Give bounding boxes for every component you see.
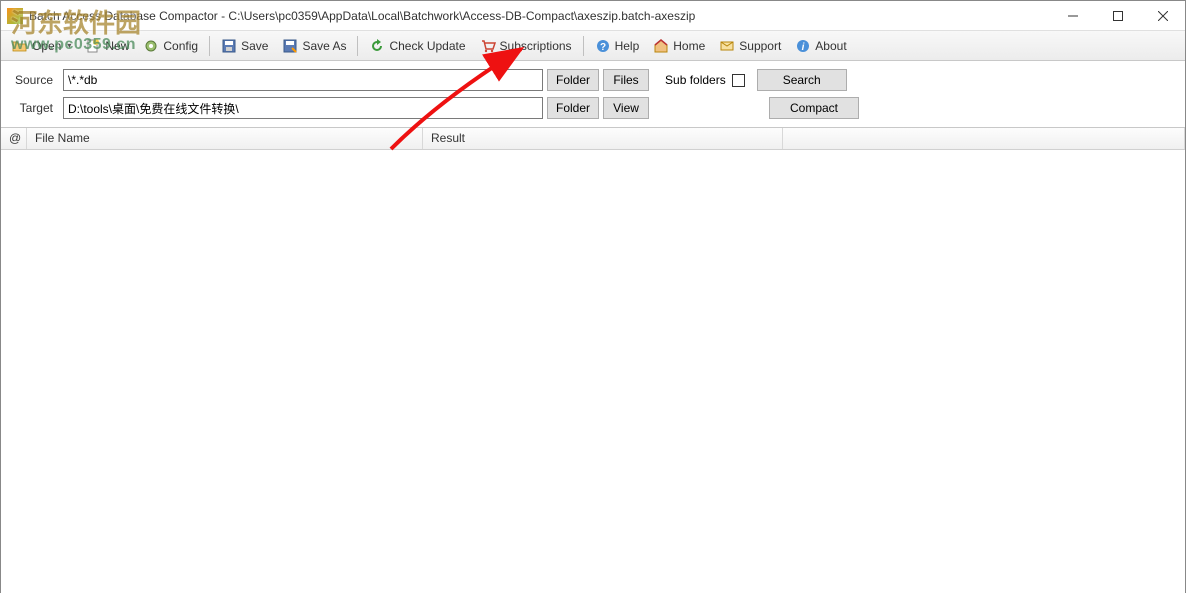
toolbar-separator bbox=[583, 36, 584, 56]
target-label: Target bbox=[11, 101, 59, 115]
check-update-button[interactable]: Check Update bbox=[362, 34, 472, 58]
config-button[interactable]: Config bbox=[136, 34, 205, 58]
config-label: Config bbox=[163, 39, 198, 53]
save-label: Save bbox=[241, 39, 268, 53]
maximize-icon bbox=[1113, 11, 1123, 21]
target-folder-button[interactable]: Folder bbox=[547, 97, 599, 119]
info-icon: i bbox=[795, 38, 811, 54]
new-label: New bbox=[105, 39, 129, 53]
gear-icon bbox=[143, 38, 159, 54]
column-at[interactable]: @ bbox=[1, 128, 27, 149]
open-button[interactable]: Open ▾ bbox=[5, 34, 78, 58]
compact-button[interactable]: Compact bbox=[769, 97, 859, 119]
app-icon bbox=[7, 8, 23, 24]
refresh-icon bbox=[369, 38, 385, 54]
save-as-button[interactable]: Save As bbox=[275, 34, 353, 58]
new-button[interactable]: New bbox=[78, 34, 136, 58]
source-input[interactable] bbox=[63, 69, 543, 91]
folder-open-icon bbox=[12, 38, 28, 54]
target-input[interactable] bbox=[63, 97, 543, 119]
svg-text:i: i bbox=[802, 42, 805, 53]
support-label: Support bbox=[739, 39, 781, 53]
mail-icon bbox=[719, 38, 735, 54]
search-button[interactable]: Search bbox=[757, 69, 847, 91]
help-button[interactable]: ? Help bbox=[588, 34, 647, 58]
support-button[interactable]: Support bbox=[712, 34, 788, 58]
window-title: Batch Access Database Compactor - C:\Use… bbox=[29, 9, 1050, 23]
form-area: Source Folder Files Sub folders Search T… bbox=[1, 61, 1185, 128]
subscriptions-button[interactable]: Subscriptions bbox=[473, 34, 579, 58]
window-controls bbox=[1050, 1, 1185, 31]
source-files-button[interactable]: Files bbox=[603, 69, 649, 91]
open-label: Open bbox=[32, 39, 61, 53]
column-result[interactable]: Result bbox=[423, 128, 783, 149]
toolbar-separator bbox=[357, 36, 358, 56]
save-as-icon bbox=[282, 38, 298, 54]
about-label: About bbox=[815, 39, 846, 53]
dropdown-arrow-icon: ▾ bbox=[67, 41, 71, 50]
toolbar: Open ▾ New Config Save Save As Check Upd… bbox=[1, 31, 1185, 61]
list-header: @ File Name Result bbox=[1, 128, 1185, 150]
save-icon bbox=[221, 38, 237, 54]
source-folder-button[interactable]: Folder bbox=[547, 69, 599, 91]
sub-folders-checkbox[interactable] bbox=[732, 74, 745, 87]
column-spacer bbox=[783, 128, 1185, 149]
help-label: Help bbox=[615, 39, 640, 53]
column-filename[interactable]: File Name bbox=[27, 128, 423, 149]
source-label: Source bbox=[11, 73, 59, 87]
svg-text:?: ? bbox=[600, 42, 606, 53]
titlebar: Batch Access Database Compactor - C:\Use… bbox=[1, 1, 1185, 31]
target-view-button[interactable]: View bbox=[603, 97, 649, 119]
minimize-icon bbox=[1068, 11, 1078, 21]
sub-folders-label: Sub folders bbox=[665, 73, 726, 87]
toolbar-separator bbox=[209, 36, 210, 56]
home-label: Home bbox=[673, 39, 705, 53]
help-icon: ? bbox=[595, 38, 611, 54]
maximize-button[interactable] bbox=[1095, 1, 1140, 31]
cart-icon bbox=[480, 38, 496, 54]
home-icon bbox=[653, 38, 669, 54]
home-button[interactable]: Home bbox=[646, 34, 712, 58]
save-button[interactable]: Save bbox=[214, 34, 275, 58]
list-body[interactable] bbox=[1, 150, 1185, 595]
close-button[interactable] bbox=[1140, 1, 1185, 31]
save-as-label: Save As bbox=[302, 39, 346, 53]
check-update-label: Check Update bbox=[389, 39, 465, 53]
close-icon bbox=[1158, 11, 1168, 21]
minimize-button[interactable] bbox=[1050, 1, 1095, 31]
about-button[interactable]: i About bbox=[788, 34, 853, 58]
subscriptions-label: Subscriptions bbox=[500, 39, 572, 53]
new-file-icon bbox=[85, 38, 101, 54]
